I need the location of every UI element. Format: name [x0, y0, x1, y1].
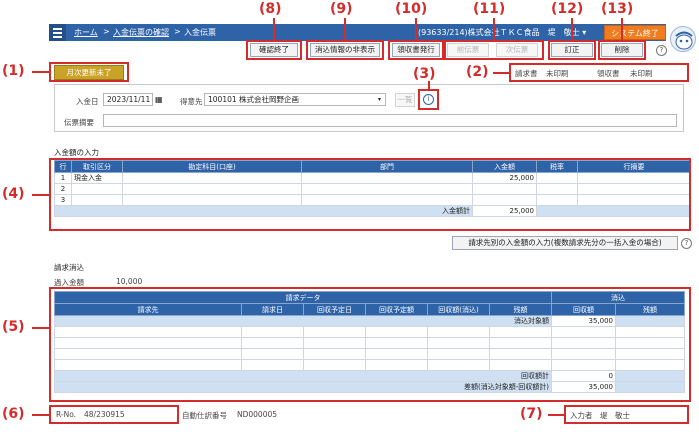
deposit-date-input[interactable]: 2023/11/11 — [103, 93, 153, 106]
annotation-box-13 — [598, 40, 646, 60]
callout-line — [415, 18, 417, 40]
callout-line — [344, 18, 346, 40]
help-icon[interactable]: ? — [656, 45, 667, 56]
annotation-box-4 — [49, 158, 691, 231]
menu-icon[interactable] — [49, 24, 66, 41]
annotation-box-8 — [246, 40, 302, 60]
overpayment-value: 10,000 — [116, 277, 143, 286]
annotation-box-7 — [564, 405, 689, 424]
callout-label-4: (4) — [2, 186, 25, 202]
callout-label-6: (6) — [2, 406, 25, 422]
annotation-box-2 — [509, 63, 689, 82]
callout-label-9: (9) — [330, 1, 353, 17]
annotation-box-11 — [444, 40, 544, 60]
help-icon[interactable]: ? — [681, 238, 692, 249]
customer-select[interactable]: 100101 株式会社岡野企画 — [204, 93, 386, 106]
customer-list-button[interactable]: 一覧 — [395, 93, 415, 107]
reconcile-section-title: 請求消込 — [54, 263, 84, 272]
callout-label-5: (5) — [2, 319, 25, 335]
breadcrumb-current: 入金伝票 — [184, 28, 216, 37]
annotation-box-12 — [548, 40, 596, 60]
multi-customer-deposit-button[interactable]: 請求先別の入金額の入力(複数請求先分の一括入金の場合) — [452, 236, 678, 250]
company-user-menu[interactable]: (93633/214)株式会社ＴＫＣ食品 堤 敬士 ▾ — [418, 27, 586, 38]
slip-summary-input[interactable] — [103, 114, 677, 127]
callout-line — [548, 414, 564, 416]
assistant-avatar-icon[interactable] — [670, 26, 696, 52]
annotation-box-10 — [388, 40, 444, 60]
annotation-box-9 — [306, 40, 384, 60]
callout-label-1: (1) — [2, 63, 25, 79]
callout-label-3: (3) — [413, 66, 436, 82]
customer-label: 得意先 — [180, 97, 203, 106]
callout-line — [32, 327, 49, 329]
breadcrumb-confirm[interactable]: 入金伝票の確認 — [113, 27, 169, 38]
breadcrumb-separator: > — [174, 27, 181, 36]
callout-label-11: (11) — [473, 1, 506, 17]
callout-label-12: (12) — [551, 1, 584, 17]
callout-line — [32, 194, 49, 196]
callout-line — [493, 18, 495, 40]
annotation-box-1 — [49, 62, 129, 82]
callout-label-8: (8) — [259, 1, 282, 17]
system-exit-button[interactable]: システム終了 — [604, 25, 666, 40]
callout-line — [621, 18, 623, 40]
callout-line — [428, 81, 430, 90]
breadcrumb-separator: > — [103, 27, 110, 36]
callout-line — [32, 71, 49, 73]
auto-journal-value: ND000005 — [237, 410, 278, 419]
callout-label-2: (2) — [466, 64, 489, 80]
callout-line — [493, 72, 509, 74]
callout-line — [571, 18, 573, 40]
deposit-section-title: 入金額の入力 — [54, 148, 99, 157]
slip-summary-label: 伝票摘要 — [64, 118, 94, 127]
callout-label-10: (10) — [395, 1, 428, 17]
deposit-date-label: 入金日 — [76, 97, 99, 106]
callout-line — [32, 414, 49, 416]
callout-label-13: (13) — [601, 1, 634, 17]
calendar-icon[interactable]: ▦ — [155, 95, 163, 104]
breadcrumb-home[interactable]: ホーム — [74, 27, 98, 38]
callout-label-7: (7) — [520, 406, 543, 422]
annotation-box-3 — [418, 89, 439, 110]
annotation-box-6 — [49, 405, 179, 424]
chevron-down-icon[interactable]: ▾ — [378, 96, 381, 103]
auto-journal-label: 自動仕訳番号 — [182, 411, 227, 420]
annotation-box-5 — [49, 287, 691, 402]
callout-line — [273, 18, 275, 40]
